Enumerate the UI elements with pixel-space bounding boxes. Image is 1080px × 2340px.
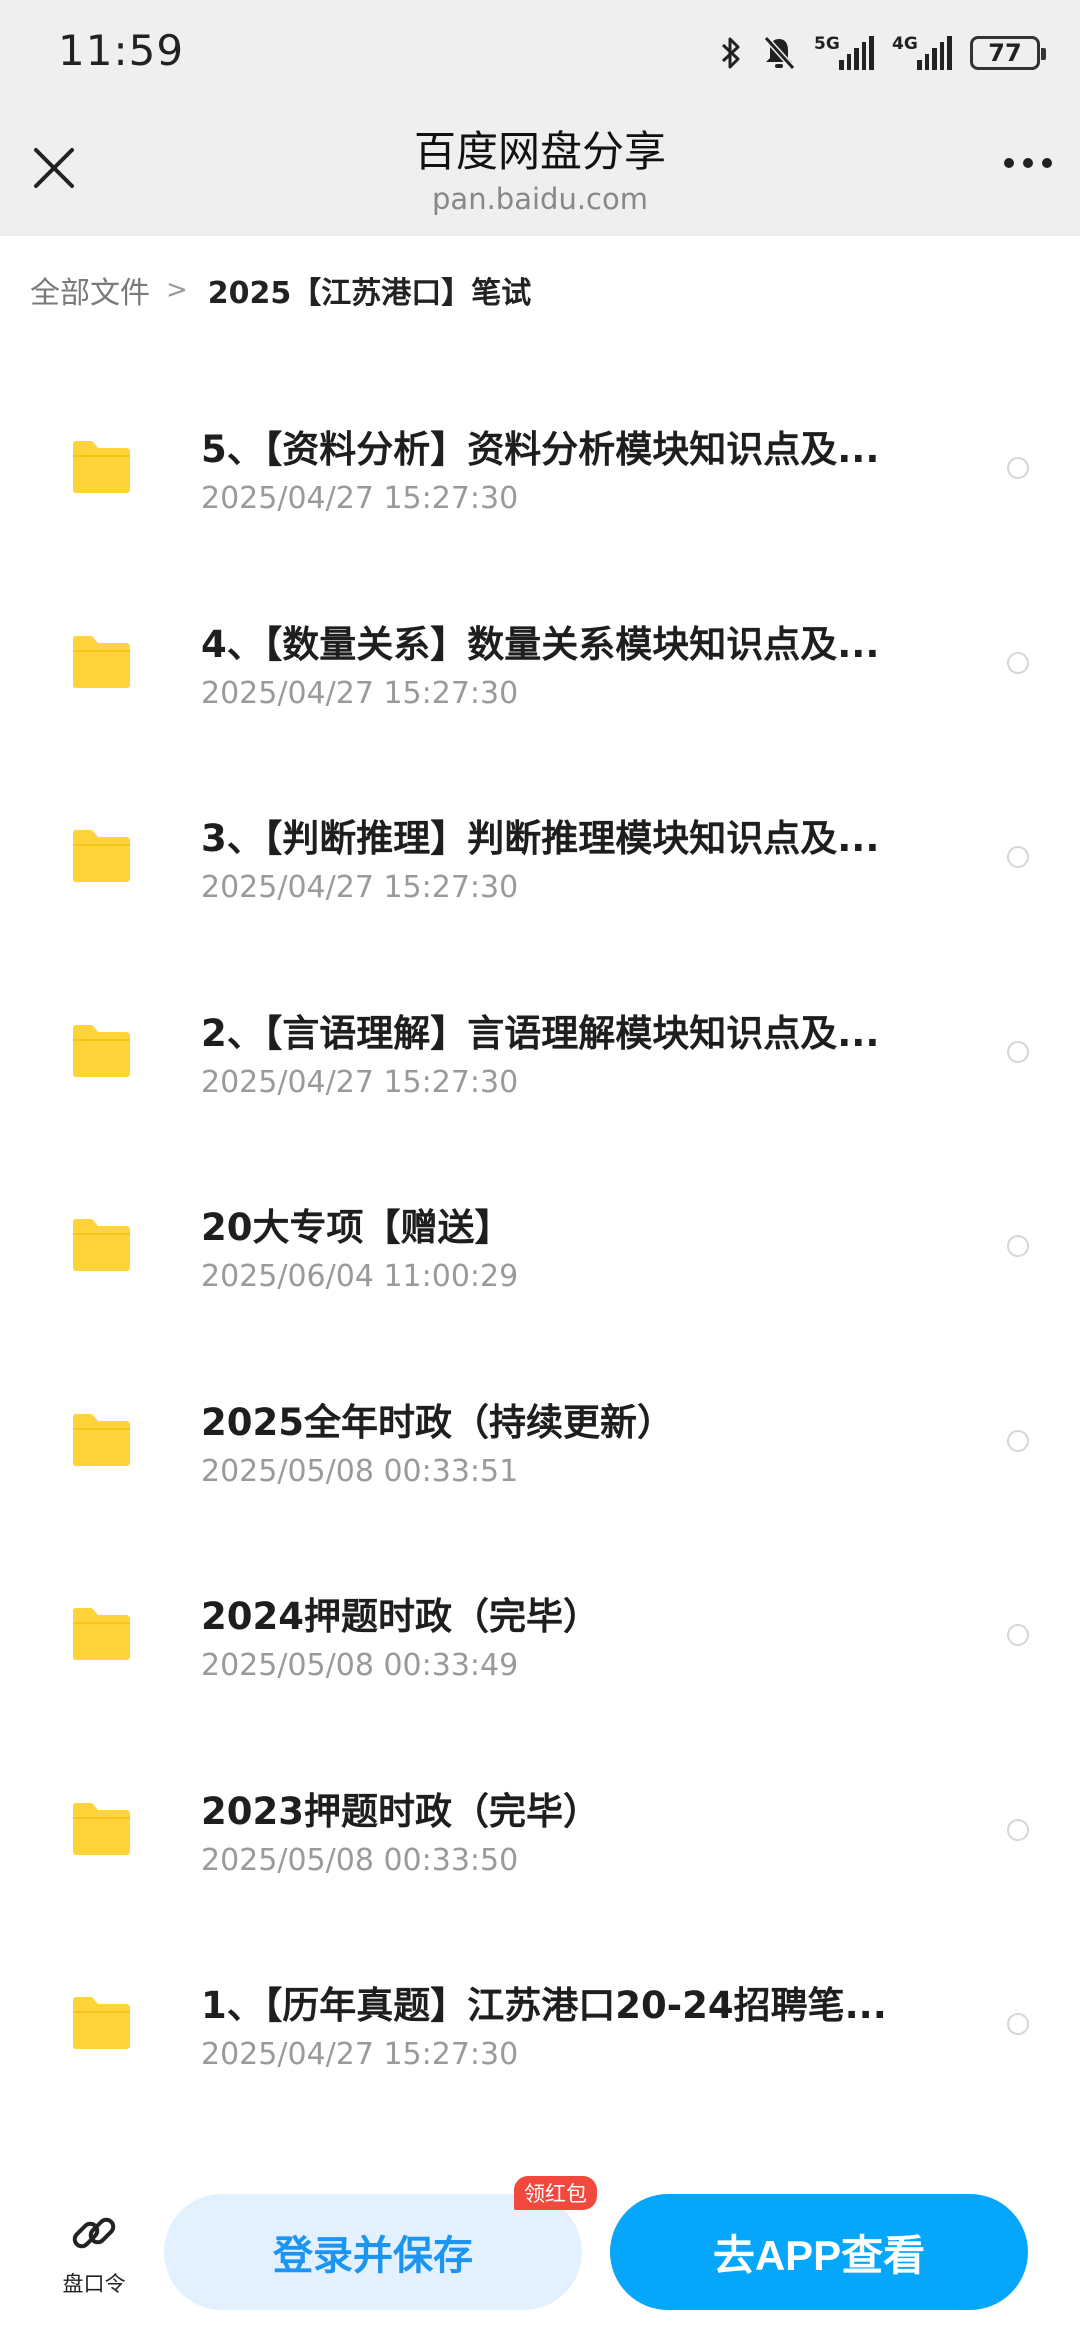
select-radio[interactable]	[1007, 1235, 1029, 1257]
signal-4g-icon: 4G	[892, 34, 953, 70]
breadcrumb-separator: >	[166, 275, 188, 305]
file-date: 2025/04/27 15:27:30	[201, 870, 519, 905]
status-icons: 5G 4G 77	[718, 30, 1046, 76]
open-app-button[interactable]: 去APP查看	[610, 2194, 1028, 2310]
file-date: 2025/04/27 15:27:30	[201, 481, 519, 516]
file-name: 3、【判断推理】判断推理模块知识点及...	[201, 817, 880, 860]
file-date: 2025/04/27 15:27:30	[201, 1064, 519, 1100]
select-radio[interactable]	[1007, 1818, 1029, 1841]
file-row[interactable]: 1、【历年真题】江苏港口20-24招聘笔... 2025/04/27 15:27…	[0, 1931, 1080, 2126]
battery-level: 77	[988, 39, 1022, 67]
folder-icon	[73, 1997, 130, 2049]
select-radio[interactable]	[1007, 651, 1029, 674]
folder-icon	[73, 1413, 130, 1466]
file-row[interactable]: 3、【判断推理】判断推理模块知识点及... 2025/04/27 15:27:3…	[0, 764, 1080, 959]
folder-icon	[73, 441, 130, 493]
file-row[interactable]: 4、【数量关系】数量关系模块知识点及... 2025/04/27 15:27:3…	[0, 570, 1080, 765]
file-list: 5、【资料分析】资料分析模块知识点及... 2025/04/27 15:27:3…	[0, 375, 1080, 2126]
file-date: 2025/06/04 11:00:29	[201, 1259, 519, 1294]
folder-icon	[73, 1219, 130, 1271]
select-radio[interactable]	[1007, 1624, 1029, 1646]
dot-icon	[1023, 158, 1033, 168]
file-row[interactable]: 5、【资料分析】资料分析模块知识点及... 2025/04/27 15:27:3…	[0, 375, 1080, 570]
file-row[interactable]: 2024押题时政（完毕） 2025/05/08 00:33:49	[0, 1542, 1080, 1737]
signal-5g-icon: 5G	[814, 34, 875, 70]
file-name: 4、【数量关系】数量关系模块知识点及...	[201, 622, 880, 666]
breadcrumb-current: 2025【江苏港口】笔试	[207, 276, 532, 311]
login-save-button[interactable]: 登录并保存	[164, 2194, 582, 2310]
file-name: 20大专项【赠送】	[201, 1206, 512, 1249]
file-name: 2023押题时政（完毕）	[201, 1789, 600, 1833]
bottom-action-bar: 盘口令 登录并保存 领红包 去APP查看	[0, 2176, 1080, 2340]
select-radio[interactable]	[1007, 1040, 1029, 1063]
page-url: pan.baidu.com	[432, 182, 648, 216]
folder-icon	[73, 1802, 130, 1855]
pankouling-button[interactable]: 盘口令	[50, 2206, 138, 2298]
file-date: 2025/05/08 00:33:49	[201, 1648, 519, 1683]
status-bar: 11:59 5G 4G 77	[0, 0, 1080, 110]
file-date: 2025/05/08 00:33:50	[201, 1842, 519, 1878]
file-name: 5、【资料分析】资料分析模块知识点及...	[201, 428, 880, 471]
folder-icon	[73, 830, 130, 882]
folder-icon	[73, 635, 130, 688]
link-icon	[72, 2217, 116, 2249]
select-radio[interactable]	[1007, 1429, 1029, 1452]
select-radio[interactable]	[1007, 457, 1029, 479]
status-time: 11:59	[58, 26, 185, 75]
file-date: 2025/04/27 15:27:30	[201, 2037, 519, 2072]
select-radio[interactable]	[1007, 2013, 1029, 2035]
file-name: 2、【言语理解】言语理解模块知识点及...	[201, 1011, 880, 1055]
page-title: 百度网盘分享	[413, 127, 666, 176]
bluetooth-icon	[721, 37, 740, 69]
file-name: 1、【历年真题】江苏港口20-24招聘笔...	[201, 1984, 887, 2027]
battery-indicator: 77	[970, 36, 1046, 70]
more-options-button[interactable]	[1004, 158, 1052, 168]
file-row[interactable]: 2025全年时政（持续更新） 2025/05/08 00:33:51	[0, 1348, 1080, 1543]
dot-icon	[1004, 158, 1014, 168]
select-radio[interactable]	[1007, 846, 1029, 868]
file-row[interactable]: 20大专项【赠送】 2025/06/04 11:00:29	[0, 1153, 1080, 1348]
page-header: 百度网盘分享 pan.baidu.com	[0, 110, 1080, 236]
folder-icon	[73, 1608, 130, 1660]
bell-off-icon	[763, 35, 796, 71]
folder-icon	[73, 1024, 130, 1077]
file-date: 2025/04/27 15:27:30	[201, 675, 519, 711]
file-row[interactable]: 2023押题时政（完毕） 2025/05/08 00:33:50	[0, 1737, 1080, 1932]
file-name: 2024押题时政（完毕）	[201, 1595, 600, 1638]
file-row[interactable]: 2、【言语理解】言语理解模块知识点及... 2025/04/27 15:27:3…	[0, 959, 1080, 1154]
dot-icon	[1042, 158, 1052, 168]
file-date: 2025/05/08 00:33:51	[201, 1453, 519, 1489]
breadcrumb-root[interactable]: 全部文件	[30, 268, 150, 312]
breadcrumb: 全部文件 > 2025【江苏港口】笔试	[30, 268, 531, 312]
red-packet-badge: 领红包	[514, 2176, 597, 2210]
file-name: 2025全年时政（持续更新）	[201, 1400, 674, 1444]
pankouling-label: 盘口令	[62, 2272, 126, 2296]
